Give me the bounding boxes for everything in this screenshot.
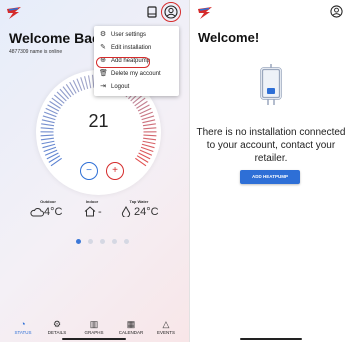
trash-icon: 🗑: [99, 69, 108, 77]
dial-tick: [135, 157, 147, 167]
nav-tab-events[interactable]: △ EVENTS: [149, 319, 183, 335]
bell-icon: △: [162, 319, 170, 329]
page-dot[interactable]: [112, 239, 117, 244]
outdoor-value: 4°C: [44, 206, 63, 218]
nav-label: EVENTS: [156, 330, 175, 335]
nav-tab-graphs[interactable]: ▥ GRAPHS: [77, 319, 111, 335]
no-installation-screen: Welcome! There is no installation connec…: [189, 0, 350, 342]
main-screen: Welcome Bac 4877309 name is online 21 − …: [0, 0, 189, 342]
dial-tick: [53, 94, 65, 104]
nav-tab-status[interactable]: ◔ STATUS: [6, 319, 40, 335]
dial-tick: [41, 140, 55, 145]
menu-item-logout[interactable]: ⇥ Logout: [99, 81, 129, 92]
decrease-temperature-button[interactable]: −: [80, 162, 98, 180]
menu-item-edit-installation[interactable]: ✎ Edit installation: [99, 42, 151, 53]
status-icon: ◔: [20, 319, 26, 329]
house-icon: [84, 206, 96, 217]
nav-label: GRAPHS: [84, 330, 104, 335]
welcome-title: Welcome!: [198, 30, 260, 45]
menu-item-label: Delete my account: [111, 70, 161, 77]
tablet-icon[interactable]: [147, 6, 157, 18]
welcome-title: Welcome Bac: [9, 30, 100, 46]
heatpump-logo-icon: [7, 7, 21, 19]
dial-tick: [134, 97, 146, 107]
dial-tick: [62, 86, 72, 98]
water-heater-icon: [260, 64, 282, 105]
page-indicator[interactable]: [76, 239, 129, 244]
heatpump-logo-icon: [198, 7, 212, 19]
gear-icon: ⚙: [52, 319, 62, 329]
page-dot[interactable]: [100, 239, 105, 244]
cloud-icon: [30, 208, 44, 217]
menu-item-label: User settings: [111, 31, 147, 38]
tap-water-value: 24°C: [134, 206, 159, 218]
outdoor-label: Outdoor: [40, 199, 56, 204]
dial-tick: [84, 76, 89, 89]
menu-item-delete-account[interactable]: 🗑 Delete my account: [99, 68, 161, 79]
droplet-icon: [121, 206, 131, 217]
nav-label: STATUS: [14, 330, 32, 335]
bar-chart-icon: ▥: [89, 319, 99, 329]
menu-item-label: Edit installation: [111, 44, 152, 51]
status-subline: 4877309 name is online: [9, 49, 63, 55]
no-installation-message: There is no installation connected to yo…: [196, 127, 346, 164]
dial-tick: [141, 143, 155, 149]
dial-tick: [51, 97, 63, 107]
increase-temperature-button[interactable]: +: [106, 162, 124, 180]
menu-item-user-settings[interactable]: ⚙ User settings: [99, 29, 146, 40]
page-dot[interactable]: [124, 239, 129, 244]
gear-icon: ⚙: [99, 30, 107, 38]
add-heatpump-highlight-ring: [96, 57, 150, 68]
page-dot-active[interactable]: [76, 239, 81, 244]
dial-tick: [50, 157, 62, 167]
dial-tick: [142, 140, 156, 145]
dial-tick: [40, 137, 54, 141]
dial-tick: [56, 91, 67, 102]
logout-icon: ⇥: [100, 82, 106, 90]
page-dot[interactable]: [88, 239, 93, 244]
profile-icon[interactable]: [330, 5, 343, 18]
dial-tick: [80, 77, 86, 90]
profile-highlight-ring: [161, 2, 181, 22]
home-indicator: [240, 338, 302, 340]
dial-tick: [87, 75, 92, 89]
add-heatpump-button[interactable]: ADD HEATPUMP: [240, 170, 300, 184]
dial-tick: [143, 134, 157, 137]
edit-icon: ✎: [100, 43, 106, 51]
home-indicator: [62, 338, 126, 340]
nav-tab-details[interactable]: ⚙ DETAILS: [40, 319, 74, 335]
tap-water-label: Tap Water: [129, 199, 149, 204]
menu-item-label: Logout: [111, 83, 130, 90]
dial-tick: [40, 134, 54, 137]
nav-label: DETAILS: [47, 330, 67, 335]
nav-label: CALENDAR: [118, 330, 144, 335]
nav-tab-calendar[interactable]: ▦ CALENDAR: [114, 319, 148, 335]
indoor-value: -: [98, 206, 102, 218]
indoor-label: Indoor: [85, 199, 99, 204]
calendar-icon: ▦: [126, 319, 136, 329]
dial-tick: [42, 143, 56, 149]
dial-tick: [143, 137, 157, 141]
dial-temperature: 21: [88, 111, 109, 131]
dial-tick: [59, 88, 69, 100]
dial-tick: [132, 94, 144, 104]
